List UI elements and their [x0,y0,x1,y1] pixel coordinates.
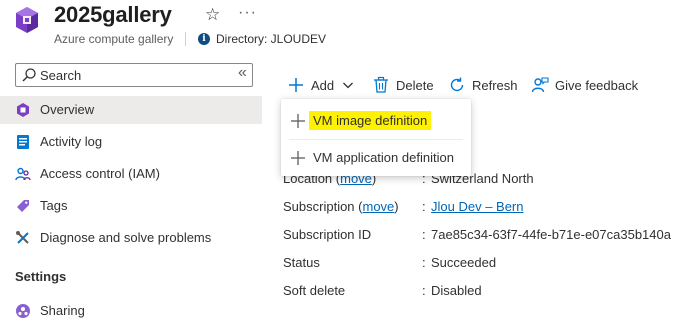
menu-item-label: VM application definition [313,150,454,165]
soft-delete-label: Soft delete [283,283,346,298]
subscription-id-value: 7ae85c34-63f7-44fe-b71e-e07ca35b140a [431,227,671,242]
menu-item-vm-application-definition[interactable]: VM application definition [281,141,471,173]
soft-delete-colon: : [422,283,426,298]
subscription-label: Subscription (move) [283,199,399,214]
sharing-icon [16,304,30,318]
status-value: Succeeded [431,255,497,270]
subscription-colon: : [422,199,426,214]
page-title: 2025gallery [54,2,172,27]
search-input[interactable] [40,66,240,84]
add-dropdown-menu: VM image definition VM application defin… [281,99,471,176]
header-divider [185,32,186,46]
sidebar-item-label: Tags [40,198,68,213]
refresh-label: Refresh [472,77,518,93]
resource-type-label: Azure compute gallery [54,32,174,46]
status-label: Status [283,255,320,270]
soft-delete-value: Disabled [431,283,482,298]
refresh-icon [450,77,464,92]
more-options-icon[interactable]: ··· [238,4,257,22]
activity-log-icon [17,135,29,149]
refresh-button[interactable]: Refresh [448,73,518,97]
search-icon [22,68,36,82]
sidebar-item-label: Sharing [40,303,85,318]
sidebar-item-label: Diagnose and solve problems [40,230,212,245]
menu-item-label: VM image definition [309,111,432,130]
chevron-down-icon [343,82,354,89]
plus-icon [289,78,303,92]
delete-button[interactable]: Delete [372,73,434,97]
sidebar-item-access-control[interactable]: Access control (IAM) [0,160,262,188]
give-feedback-label: Give feedback [555,77,639,93]
add-label: Add [311,77,335,93]
subscription-id-colon: : [422,227,426,242]
sidebar-search[interactable] [15,63,253,87]
subscription-move-link[interactable]: move [363,199,395,214]
sidebar-item-label: Overview [40,102,95,117]
subscription-value-link[interactable]: Jlou Dev – Bern [431,199,524,214]
sidebar-item-activity-log[interactable]: Activity log [0,128,262,156]
overview-icon [17,103,29,117]
plus-icon [291,114,305,128]
add-button[interactable]: Add [287,73,354,97]
sidebar-item-diagnose[interactable]: Diagnose and solve problems [0,224,262,252]
sidebar-item-sharing[interactable]: Sharing [0,297,262,323]
subscription-id-label: Subscription ID [283,227,372,242]
tag-icon [17,200,29,212]
sidebar-item-tags[interactable]: Tags [0,192,262,220]
people-icon [15,167,31,181]
collapse-sidebar-icon[interactable]: « [238,64,247,82]
menu-divider [289,139,463,140]
sidebar-item-overview[interactable]: Overview [0,96,262,124]
sidebar-item-label: Access control (IAM) [40,166,160,181]
wrench-icon [16,231,29,244]
menu-item-vm-image-definition[interactable]: VM image definition [281,104,471,136]
sidebar-item-label: Activity log [40,134,103,149]
status-colon: : [422,255,426,270]
trash-icon [374,76,388,93]
give-feedback-button[interactable]: Give feedback [531,73,638,97]
info-icon: i [198,33,210,45]
feedback-person-icon [531,77,549,93]
favorite-star-icon[interactable]: ☆ [205,5,220,25]
delete-label: Delete [396,77,434,93]
compute-gallery-icon [16,7,38,33]
plus-icon [291,151,305,165]
directory-label: Directory: JLOUDEV [216,32,327,46]
settings-section-header: Settings [15,269,67,284]
